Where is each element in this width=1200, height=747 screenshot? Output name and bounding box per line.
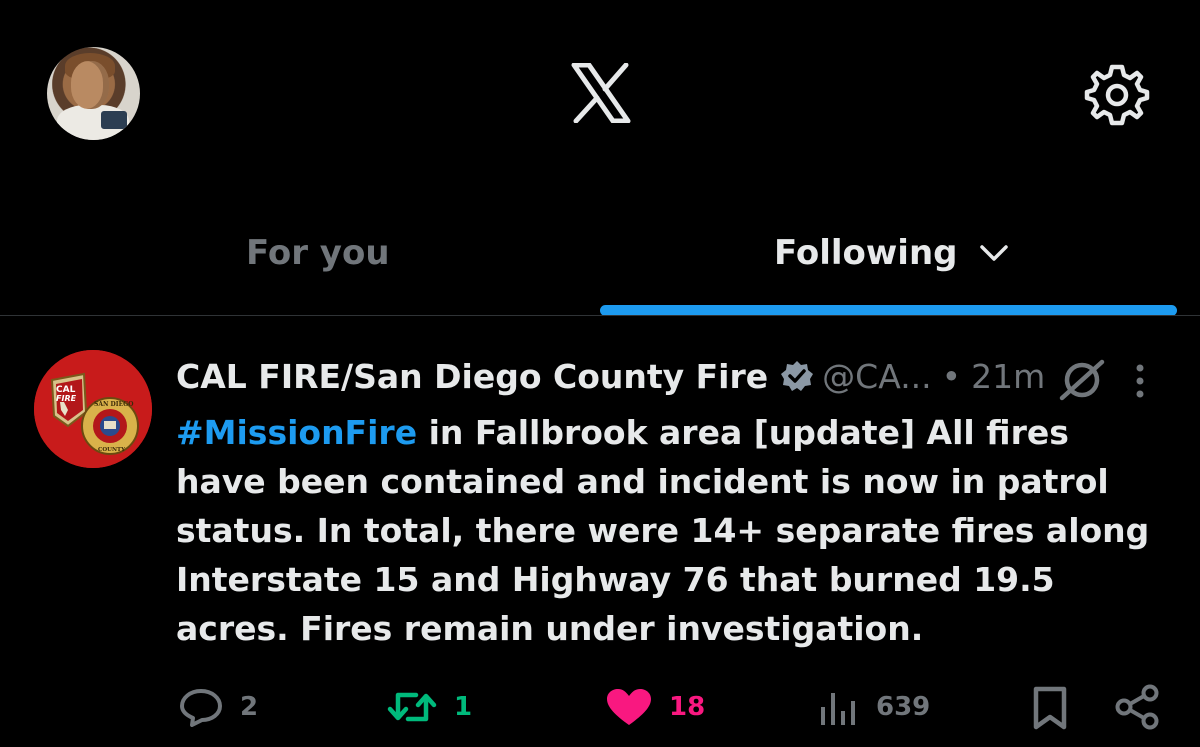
author-handle[interactable]: @CA... [822,357,932,396]
gear-icon[interactable] [1084,63,1150,127]
like-count: 18 [669,692,706,722]
meta-separator: • [941,356,962,396]
tab-following-label: Following [774,233,958,273]
share-icon[interactable] [1112,684,1162,730]
post-actions: 2 1 18 639 [0,682,1200,732]
post-header: CAL FIRE/San Diego County Fire @CA... • … [176,352,1045,400]
hashtag-link[interactable]: #MissionFire [176,413,417,452]
avatar-san-diego-text: SAN DIEGO [94,401,134,408]
views-button[interactable]: 639 [818,687,930,727]
avatar-fire-text: FIRE [56,394,77,403]
repost-count: 1 [454,692,473,722]
reply-count: 2 [240,692,259,722]
tab-for-you-label: For you [246,233,390,273]
heart-icon [607,689,651,725]
bookmark-icon[interactable] [1030,686,1070,730]
cal-fire-avatar[interactable]: CAL FIRE SAN DIEGO COUNTY [34,350,152,468]
post-time[interactable]: 21m [971,357,1045,396]
like-button[interactable]: 18 [605,687,705,727]
view-count: 639 [876,692,931,722]
chevron-down-icon[interactable] [979,243,1009,263]
tab-following[interactable]: Following [774,228,1009,278]
reply-icon [180,689,222,727]
avatar-county-text: COUNTY [98,447,125,453]
more-options-icon[interactable] [1126,360,1154,402]
tab-for-you[interactable]: For you [246,228,390,278]
timeline-tabs: For you Following [0,190,1200,316]
post[interactable]: CAL FIRE SAN DIEGO COUNTY CAL FIRE/San D… [0,316,1200,747]
views-chart-icon [821,693,855,725]
top-bar [0,0,1200,190]
grok-icon[interactable] [1056,358,1108,402]
reply-button[interactable]: 2 [178,687,258,727]
x-logo-icon[interactable] [570,63,632,123]
profile-avatar[interactable] [47,47,140,140]
post-text: #MissionFire in Fallbrook area [update] … [176,408,1166,653]
verified-badge-icon [781,361,814,391]
repost-icon [387,692,437,722]
repost-button[interactable]: 1 [386,687,472,727]
author-name[interactable]: CAL FIRE/San Diego County Fire [176,357,768,396]
